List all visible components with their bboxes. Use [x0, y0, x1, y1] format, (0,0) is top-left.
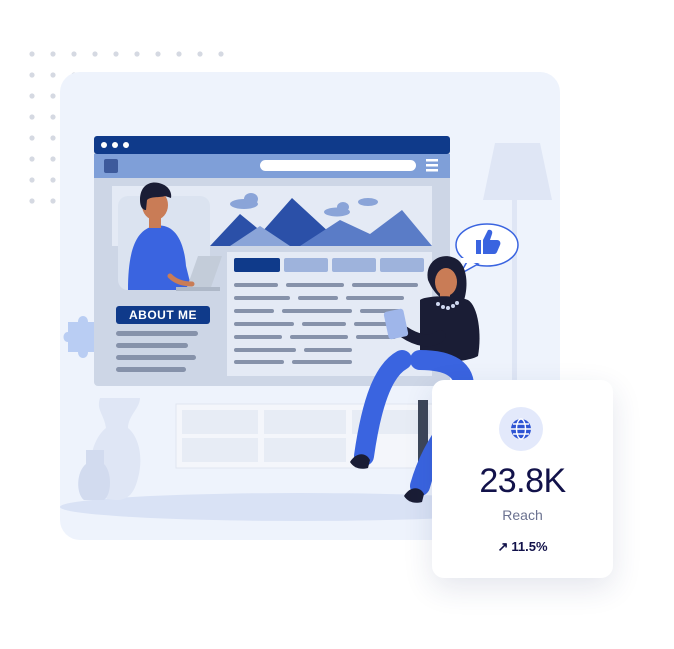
- shelf: [175, 403, 437, 469]
- globe-icon: [511, 418, 531, 440]
- vase-decor: [78, 398, 141, 500]
- about-me-label: ABOUT ME: [129, 308, 197, 322]
- globe-icon-badge: [499, 407, 543, 451]
- floor-lamp: [483, 143, 552, 400]
- reach-label: Reach: [502, 507, 543, 523]
- reach-value: 23.8K: [479, 462, 566, 500]
- reach-stats-card: 23.8K Reach ↗ 11.5%: [432, 380, 613, 578]
- reach-change: ↗ 11.5%: [432, 539, 613, 555]
- like-bubble: [455, 223, 519, 276]
- arrow-up-right-icon: ↗: [497, 539, 509, 554]
- reach-change-value: 11.5%: [511, 539, 548, 554]
- hamburger-icon: [426, 159, 438, 172]
